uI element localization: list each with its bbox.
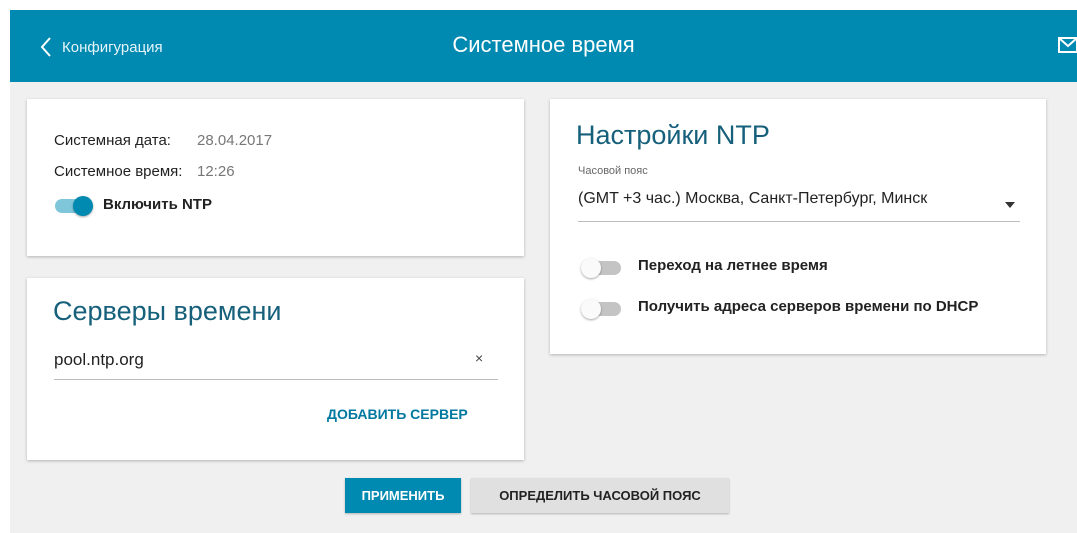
timezone-select[interactable]: (GMT +3 час.) Москва, Санкт-Петербург, М… bbox=[578, 190, 927, 208]
ntp-toggle[interactable] bbox=[55, 196, 93, 216]
timezone-underline bbox=[578, 221, 1020, 222]
page-frame: Конфигурация Системное время Системная д… bbox=[10, 10, 1077, 533]
dst-toggle-label: Переход на летнее время bbox=[638, 257, 828, 274]
clear-server-button[interactable]: × bbox=[475, 350, 483, 366]
caret-down-icon[interactable] bbox=[1005, 195, 1015, 213]
toggle-knob bbox=[73, 196, 93, 216]
dst-toggle[interactable] bbox=[581, 258, 621, 278]
system-time-value: 12:26 bbox=[197, 163, 235, 180]
system-time-label: Системное время: bbox=[54, 163, 183, 180]
ntp-settings-title: Настройки NTP bbox=[576, 120, 770, 150]
detect-timezone-button[interactable]: ОПРЕДЕЛИТЬ ЧАСОВОЙ ПОЯС bbox=[471, 478, 729, 513]
mail-icon[interactable] bbox=[1058, 37, 1077, 58]
add-server-button[interactable]: ДОБАВИТЬ СЕРВЕР bbox=[327, 406, 468, 422]
apply-button[interactable]: ПРИМЕНИТЬ bbox=[345, 478, 461, 513]
server-input-underline bbox=[54, 379, 498, 380]
header-bar: Конфигурация Системное время bbox=[10, 10, 1077, 82]
toggle-knob bbox=[581, 299, 601, 319]
system-date-value: 28.04.2017 bbox=[197, 132, 273, 149]
page-title: Системное время bbox=[452, 32, 635, 57]
dhcp-toggle[interactable] bbox=[581, 299, 621, 319]
ntp-settings-card: Настройки NTP Часовой пояс (GMT +3 час.)… bbox=[550, 99, 1046, 354]
ntp-toggle-label: Включить NTP bbox=[103, 196, 212, 213]
system-date-label: Системная дата: bbox=[54, 132, 171, 149]
toggle-knob bbox=[581, 258, 601, 278]
system-info-card: Системная дата: 28.04.2017 Системное вре… bbox=[27, 99, 524, 256]
server-input[interactable]: pool.ntp.org bbox=[54, 350, 144, 370]
time-servers-title: Серверы времени bbox=[53, 296, 282, 326]
time-servers-card: Серверы времени pool.ntp.org × ДОБАВИТЬ … bbox=[27, 278, 524, 460]
timezone-label: Часовой пояс bbox=[578, 165, 648, 177]
dhcp-toggle-label: Получить адреса серверов времени по DHCP bbox=[638, 298, 979, 315]
